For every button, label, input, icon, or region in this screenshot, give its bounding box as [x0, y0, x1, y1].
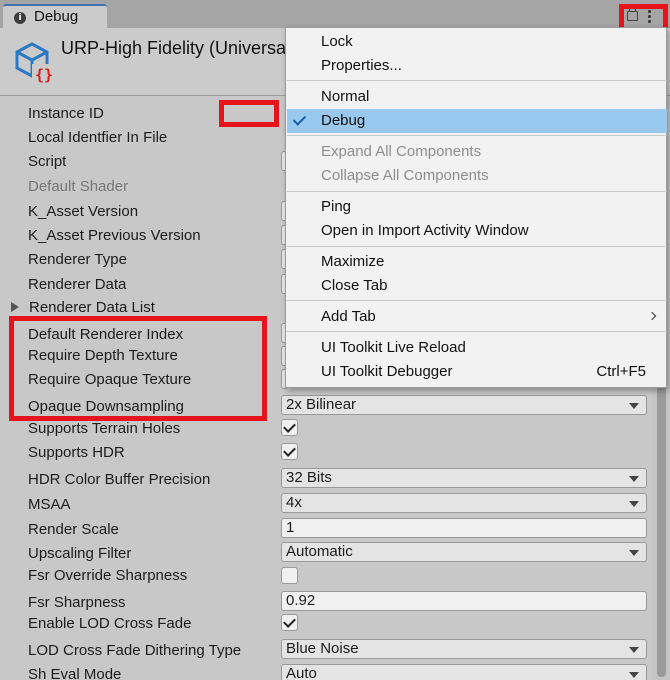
menu-separator [287, 135, 667, 136]
highlight-instance-id [219, 100, 279, 127]
property-label: MSAA [28, 496, 71, 513]
menu-separator [287, 246, 667, 247]
menu-separator [287, 80, 667, 81]
render-scale-input[interactable]: 1 [281, 518, 647, 538]
foldout-arrow-icon[interactable] [11, 302, 19, 312]
property-label: Fsr Sharpness [28, 594, 126, 611]
menu-separator [287, 191, 667, 192]
fsr-override-sharpness-checkbox[interactable] [281, 567, 298, 584]
tab-bar: i Debug [0, 0, 670, 28]
menu-item-expand-all: Expand All Components [321, 143, 482, 160]
svg-text:{}: {} [35, 66, 53, 84]
property-label: Enable LOD Cross Fade [28, 615, 192, 632]
msaa-dropdown[interactable]: 4x [281, 493, 647, 513]
fsr-sharpness-input[interactable]: 0.92 [281, 591, 647, 611]
property-label: Local Identfier In File [28, 129, 168, 146]
menu-separator [287, 331, 667, 332]
chevron-right-icon [647, 311, 657, 321]
chevron-down-icon [629, 501, 639, 507]
asset-title: URP-High Fidelity (Universal [61, 38, 291, 58]
tab-label: Debug [34, 8, 79, 25]
property-label: Supports HDR [28, 444, 125, 461]
property-label: K_Asset Previous Version [28, 227, 201, 244]
upscaling-filter-dropdown[interactable]: Automatic [281, 542, 647, 562]
property-label: Supports Terrain Holes [28, 420, 181, 437]
menu-item-maximize[interactable]: Maximize [286, 250, 666, 274]
chevron-down-icon [629, 403, 639, 409]
opaque-downsampling-dropdown[interactable]: 2x Bilinear [281, 395, 647, 415]
highlight-settings-group [9, 316, 267, 421]
menu-item-properties[interactable]: Properties... [286, 54, 666, 78]
property-label: Renderer Data [28, 276, 127, 293]
menu-item-collapse-all: Collapse All Components [321, 167, 489, 184]
menu-item-add-tab[interactable]: Add Tab [286, 305, 666, 329]
shortcut-label: Ctrl+F5 [596, 363, 646, 380]
supports-hdr-checkbox[interactable] [281, 443, 298, 460]
menu-item-debug[interactable]: Debug [287, 109, 667, 133]
menu-item-ui-toolkit-live-reload[interactable]: UI Toolkit Live Reload [286, 336, 666, 360]
menu-item-ui-toolkit-debugger[interactable]: UI Toolkit Debugger Ctrl+F5 [286, 360, 666, 384]
supports-terrain-holes-checkbox[interactable] [281, 419, 298, 436]
sh-eval-mode-dropdown[interactable]: Auto [281, 664, 647, 680]
enable-lod-cross-fade-checkbox[interactable] [281, 614, 298, 631]
info-icon: i [14, 12, 26, 24]
tab-debug[interactable]: i Debug [3, 4, 107, 28]
property-label: Sh Eval Mode [28, 666, 122, 680]
property-label: HDR Color Buffer Precision [28, 471, 211, 488]
scriptable-object-icon: {} [15, 42, 53, 84]
property-label[interactable]: Renderer Data List [29, 299, 155, 316]
chevron-down-icon [629, 672, 639, 678]
menu-item-normal[interactable]: Normal [286, 85, 666, 109]
property-label: Default Shader [28, 178, 129, 195]
property-label: Fsr Override Sharpness [28, 567, 188, 584]
property-label: LOD Cross Fade Dithering Type [28, 642, 242, 659]
lod-dithering-dropdown[interactable]: Blue Noise [281, 639, 647, 659]
chevron-down-icon [629, 647, 639, 653]
hdr-precision-dropdown[interactable]: 32 Bits [281, 468, 647, 488]
menu-item-lock[interactable]: Lock [286, 30, 666, 54]
checkmark-icon [292, 112, 307, 126]
property-label: Instance ID [28, 105, 104, 122]
chevron-down-icon [629, 476, 639, 482]
menu-item-ping[interactable]: Ping [286, 195, 666, 219]
property-label: Script [28, 153, 67, 170]
chevron-down-icon [629, 550, 639, 556]
property-label: Renderer Type [28, 251, 127, 268]
menu-item-close-tab[interactable]: Close Tab [286, 274, 666, 298]
menu-item-open-import-activity[interactable]: Open in Import Activity Window [286, 219, 666, 243]
property-label: K_Asset Version [28, 203, 139, 220]
property-label: Render Scale [28, 521, 119, 538]
menu-separator [287, 300, 667, 301]
property-label: Upscaling Filter [28, 545, 132, 562]
context-menu: Lock Properties... Normal Debug Expand A… [285, 27, 667, 388]
